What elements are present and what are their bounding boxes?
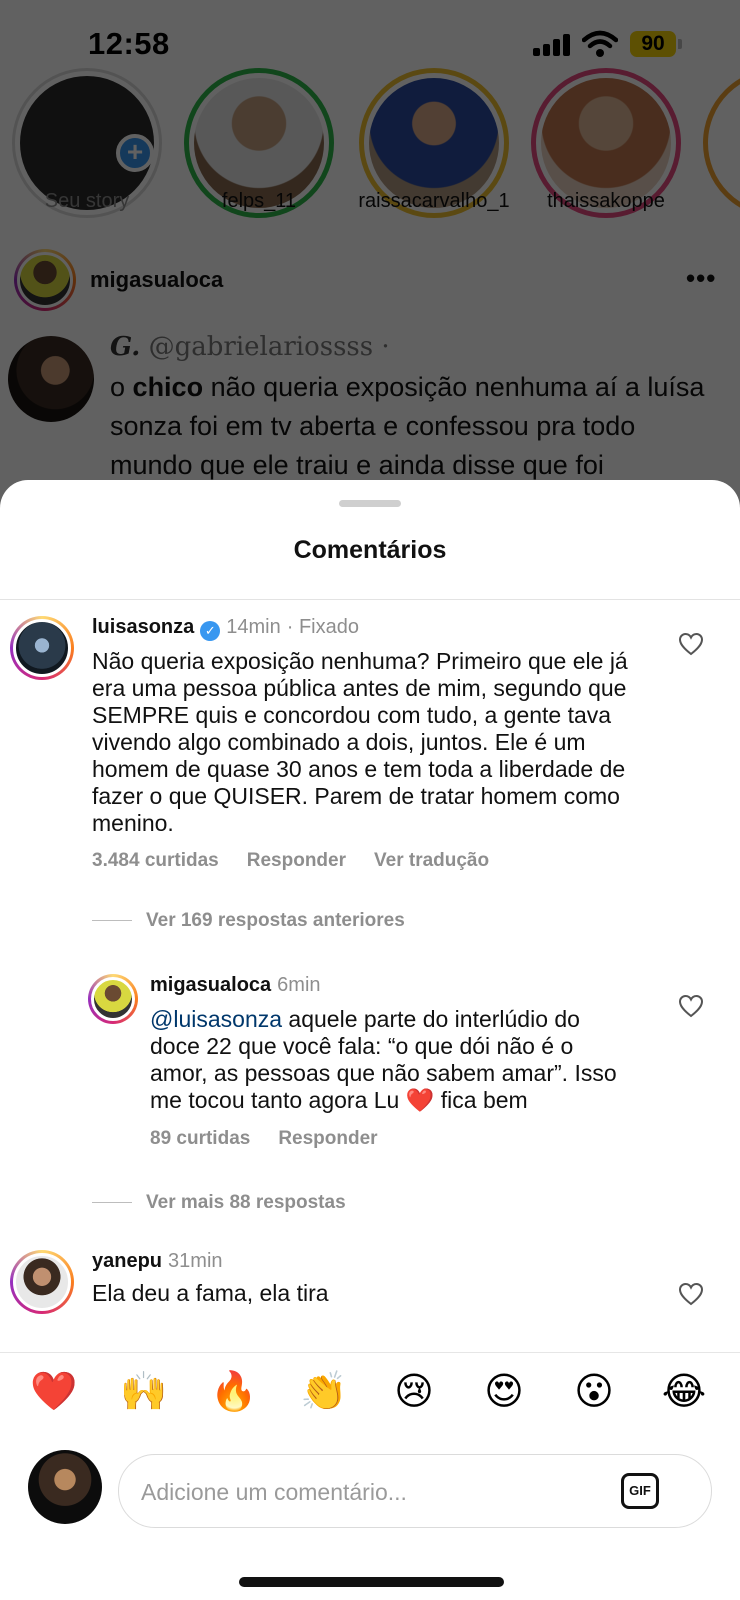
comment-avatar[interactable] <box>88 974 138 1024</box>
translate-button[interactable]: Ver tradução <box>374 850 489 871</box>
comment-username-row: luisasonza ✓ 14min · Fixado <box>92 616 359 641</box>
story-avatar <box>184 68 334 218</box>
emoji-cry-button[interactable]: 😢 <box>390 1367 438 1415</box>
add-story-icon: + <box>116 134 154 172</box>
comment-username-row: migasualoca 6min <box>150 974 321 997</box>
tweet-handle: @gabrielariossss · <box>148 332 390 362</box>
comment-actions: 3.484 curtidas Responder Ver tradução <box>92 850 517 872</box>
post-header: migasualoca ••• <box>0 245 740 321</box>
comment-username[interactable]: luisasonza <box>92 616 194 638</box>
like-heart-icon[interactable] <box>678 994 704 1018</box>
comment-item: luisasonza ✓ 14min · Fixado Não queria expo… <box>0 610 740 890</box>
view-previous-replies-button[interactable]: Ver 169 respostas anteriores <box>92 910 405 932</box>
battery-cap <box>678 39 682 49</box>
story-avatar <box>703 68 740 218</box>
sheet-grabber[interactable] <box>339 500 401 507</box>
comment-username-row: yanepu 31min <box>92 1250 223 1273</box>
comment-time: 14min <box>226 616 281 638</box>
comment-text: Ela deu a fama, ela tira <box>92 1280 329 1306</box>
comment-text: Não queria exposição nenhuma? Primeiro q… <box>92 648 628 836</box>
tweet-display-name: G. <box>110 332 141 362</box>
emoji-surprised-button[interactable]: 😮 <box>570 1367 618 1415</box>
reply-button[interactable]: Responder <box>247 850 346 871</box>
sheet-title: Comentários <box>293 536 447 564</box>
like-heart-icon[interactable] <box>678 632 704 656</box>
story-username: raissacarvalho_1 <box>358 190 510 212</box>
instagram-comments-screen: 12:58 90 + Seu story felps_11 raissacarv… <box>0 0 740 1600</box>
reply-item: migasualoca 6min @luisasonza aquele parte… <box>0 972 740 1172</box>
stories-tray: + Seu story felps_11 raissacarvalho_1 th… <box>0 68 740 225</box>
status-time: 12:58 <box>88 26 170 61</box>
emoji-heart-button[interactable]: ❤️ <box>30 1367 78 1415</box>
comment-composer: Adicione um comentário... GIF <box>0 1440 740 1540</box>
battery-indicator: 90 <box>630 31 676 57</box>
comment-username[interactable]: yanepu <box>92 1250 162 1272</box>
story-username: thaissakoppe <box>547 190 665 212</box>
tweet-avatar <box>8 336 94 422</box>
story-avatar <box>359 68 509 218</box>
story-avatar: + <box>12 68 162 218</box>
emoji-clap-button[interactable]: 👏 <box>300 1367 348 1415</box>
tweet-text-pre: o <box>110 372 126 402</box>
story-username: felps_11 <box>221 190 297 212</box>
verified-badge-icon: ✓ <box>200 621 221 641</box>
post-author-avatar[interactable] <box>14 249 76 311</box>
emoji-fire-button[interactable]: 🔥 <box>210 1367 258 1415</box>
emoji-heart-eyes-button[interactable]: 😍 <box>480 1367 528 1415</box>
story-username: Seu story <box>44 190 130 212</box>
comments-sheet: Comentários luisasonza ✓ 14min · Fixado Não… <box>0 480 740 1600</box>
feed-background: 12:58 90 + Seu story felps_11 raissacarv… <box>0 0 740 520</box>
divider <box>0 599 740 600</box>
reply-button[interactable]: Responder <box>278 1128 377 1149</box>
home-indicator <box>239 1577 504 1587</box>
quick-reaction-bar: ❤️ 🙌 🔥 👏 😢 😍 😮 😂 <box>0 1352 740 1420</box>
comment-actions: 89 curtidas Responder <box>150 1128 406 1150</box>
tweet-text: o chico não queria exposição nenhuma aí … <box>110 368 720 485</box>
more-icon[interactable]: ••• <box>686 263 716 294</box>
comment-text: @luisasonza aquele parte do interlúdio d… <box>150 1006 630 1114</box>
likes-count[interactable]: 89 curtidas <box>150 1128 250 1149</box>
mention-link[interactable]: @luisasonza <box>150 1006 282 1032</box>
emoji-raised-hands-button[interactable]: 🙌 <box>120 1367 168 1415</box>
tweet-text-bold: chico <box>132 372 204 402</box>
comment-input-placeholder: Adicione um comentário... <box>141 1479 407 1505</box>
likes-count[interactable]: 3.484 curtidas <box>92 850 219 871</box>
my-avatar <box>28 1450 102 1524</box>
list-fade <box>0 1328 740 1348</box>
comment-avatar[interactable] <box>10 1250 74 1314</box>
pinned-label: · Fixado <box>286 616 359 638</box>
comment-time: 31min <box>168 1250 223 1272</box>
comment-time: 6min <box>277 974 321 996</box>
tweet-header: G. @gabrielariossss · <box>110 332 390 362</box>
wifi-icon <box>582 30 618 57</box>
cellular-signal-icon <box>533 34 573 56</box>
gif-button[interactable]: GIF <box>621 1473 659 1509</box>
comment-avatar[interactable] <box>10 616 74 680</box>
story-avatar <box>531 68 681 218</box>
view-more-replies-button[interactable]: Ver mais 88 respostas <box>92 1192 346 1214</box>
comment-username[interactable]: migasualoca <box>150 974 271 996</box>
emoji-laugh-button[interactable]: 😂 <box>660 1367 708 1415</box>
comment-input[interactable]: Adicione um comentário... GIF <box>118 1454 712 1528</box>
like-heart-icon[interactable] <box>678 1282 704 1306</box>
post-author-username[interactable]: migasualoca <box>90 267 223 293</box>
